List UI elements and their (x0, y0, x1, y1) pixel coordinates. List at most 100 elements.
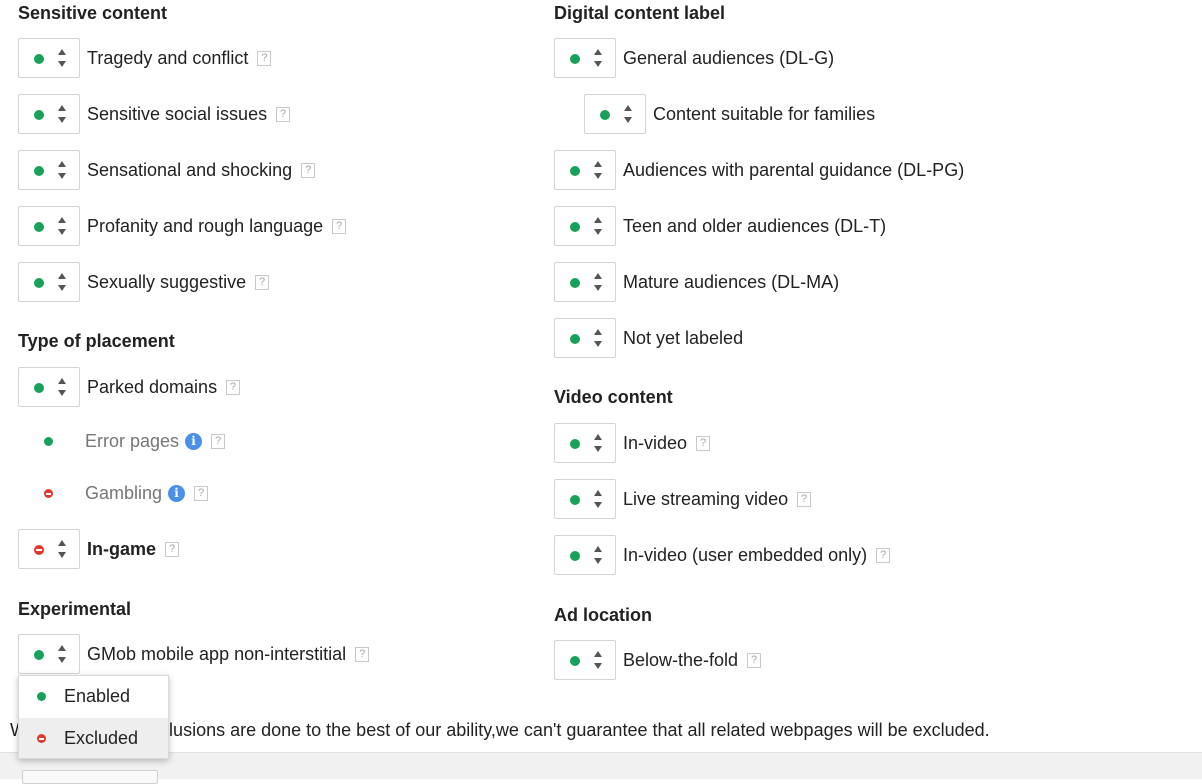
up-down-arrows-icon (594, 434, 602, 452)
status-selector[interactable] (554, 479, 616, 519)
status-selector[interactable] (18, 529, 80, 569)
enabled-dot-icon (570, 551, 580, 561)
help-icon[interactable]: ? (257, 50, 272, 66)
dropdown-option-excluded[interactable]: Excluded (19, 718, 168, 758)
enabled-dot-icon (570, 656, 580, 666)
option-label: Enabled (64, 685, 131, 706)
status-selector[interactable] (18, 367, 80, 407)
row-sensitive-social-issues: Sensitive social issues ? (18, 94, 291, 134)
enabled-dot-icon (570, 439, 580, 449)
row-live-streaming-video: Live streaming video ? (554, 479, 812, 519)
item-label: Sexually suggestive (87, 271, 247, 292)
help-icon[interactable]: ? (355, 646, 370, 662)
help-icon[interactable]: ? (332, 218, 347, 234)
status-selector[interactable] (18, 262, 80, 302)
up-down-arrows-icon (594, 546, 602, 564)
item-label: In-video (user embedded only) (623, 544, 868, 565)
up-down-arrows-icon (624, 105, 632, 123)
dropdown-option-enabled[interactable]: Enabled (19, 676, 168, 716)
help-icon[interactable]: ? (194, 485, 209, 501)
item-label: Parked domains (87, 376, 218, 397)
status-selector[interactable] (554, 150, 616, 190)
help-icon[interactable]: ? (211, 433, 226, 449)
up-down-arrows-icon (594, 490, 602, 508)
excluded-dot-icon (37, 733, 46, 743)
enabled-dot-icon (44, 436, 53, 446)
section-title-type-of-placement: Type of placement (18, 331, 175, 351)
up-down-arrows-icon (594, 273, 602, 291)
enabled-dot-icon (34, 166, 44, 176)
status-selector[interactable] (18, 206, 80, 246)
item-label: Teen and older audiences (DL-T) (623, 215, 887, 236)
up-down-arrows-icon (58, 105, 66, 123)
help-icon[interactable]: ? (276, 106, 291, 122)
section-title-digital-content-label: Digital content label (554, 3, 726, 23)
row-parental-guidance: Audiences with parental guidance (DL-PG) (554, 150, 964, 190)
row-in-video: In-video ? (554, 423, 711, 463)
row-content-suitable-for-families: Content suitable for families (584, 94, 875, 134)
info-icon[interactable]: i (185, 432, 203, 450)
help-icon[interactable]: ? (747, 652, 762, 668)
row-not-yet-labeled: Not yet labeled (554, 318, 743, 358)
item-label: Not yet labeled (623, 327, 744, 348)
row-in-video-user-embedded: In-video (user embedded only) ? (554, 535, 891, 575)
up-down-arrows-icon (58, 49, 66, 67)
excluded-dot-icon (34, 545, 44, 555)
section-title-experimental: Experimental (18, 599, 132, 619)
up-down-arrows-icon (58, 645, 66, 663)
row-mature-audiences: Mature audiences (DL-MA) (554, 262, 839, 302)
row-profanity-and-rough-language: Profanity and rough language ? (18, 206, 347, 246)
info-icon[interactable]: i (168, 484, 186, 502)
help-icon[interactable]: ? (696, 435, 711, 451)
status-selector[interactable] (554, 640, 616, 680)
item-label: General audiences (DL-G) (623, 47, 835, 68)
item-label: GMob mobile app non-interstitial (87, 643, 347, 664)
enabled-dot-icon (34, 278, 44, 288)
help-icon[interactable]: ? (255, 274, 270, 290)
item-label: Mature audiences (DL-MA) (623, 271, 840, 292)
enabled-dot-icon (600, 110, 610, 120)
up-down-arrows-icon (594, 217, 602, 235)
enabled-dot-icon (34, 110, 44, 120)
item-label: Gambling (85, 482, 163, 503)
status-selector[interactable] (554, 423, 616, 463)
status-selector[interactable] (18, 94, 80, 134)
up-down-arrows-icon (594, 651, 602, 669)
row-tragedy-and-conflict: Tragedy and conflict ? (18, 38, 272, 78)
help-icon[interactable]: ? (876, 547, 891, 563)
status-selector[interactable] (18, 634, 80, 674)
item-label: In-video (623, 432, 688, 453)
status-selector[interactable] (554, 38, 616, 78)
status-selector[interactable] (584, 94, 646, 134)
row-sensational-and-shocking: Sensational and shocking ? (18, 150, 316, 190)
row-sexually-suggestive: Sexually suggestive ? (18, 262, 270, 302)
item-label: In-game (87, 538, 157, 559)
status-selector[interactable] (554, 318, 616, 358)
up-down-arrows-icon (58, 217, 66, 235)
status-selector[interactable] (18, 150, 80, 190)
enabled-dot-icon (34, 383, 44, 393)
enabled-dot-icon (570, 334, 580, 344)
section-title-ad-location: Ad location (554, 605, 652, 625)
status-selector[interactable] (554, 535, 616, 575)
up-down-arrows-icon (58, 273, 66, 291)
enabled-dot-icon (34, 650, 44, 660)
option-label: Excluded (64, 727, 139, 748)
row-gambling: Gambling i ? (18, 481, 209, 505)
status-selector[interactable] (554, 206, 616, 246)
enabled-dot-icon (570, 222, 580, 232)
help-icon[interactable]: ? (301, 162, 316, 178)
up-down-arrows-icon (594, 49, 602, 67)
row-below-the-fold: Below-the-fold ? (554, 640, 762, 680)
bottom-action-button[interactable] (22, 770, 158, 784)
help-icon[interactable]: ? (165, 541, 180, 557)
item-label: Sensitive social issues (87, 103, 268, 124)
enabled-dot-icon (34, 54, 44, 64)
excluded-dot-icon (44, 488, 53, 498)
help-icon[interactable]: ? (226, 379, 241, 395)
status-selector[interactable] (18, 38, 80, 78)
item-label: Error pages (85, 430, 180, 451)
status-selector[interactable] (554, 262, 616, 302)
help-icon[interactable]: ? (797, 491, 812, 507)
bottom-action-bar (0, 752, 1202, 779)
